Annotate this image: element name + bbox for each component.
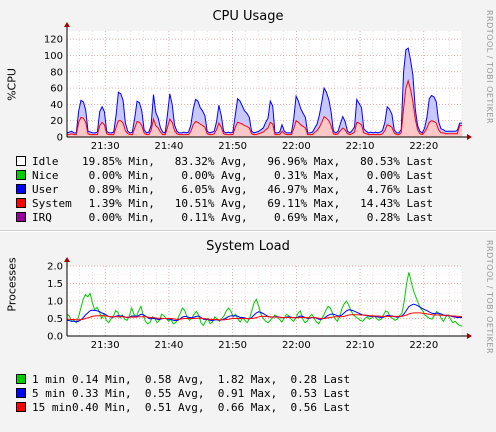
legend-label: 5 min [32, 386, 66, 400]
legend-label: System [32, 196, 72, 210]
legend-swatch [16, 184, 26, 194]
cpu-plot: 0 20 40 60 80 100 120 21:30 21:40 21:50 22:00 22:10… [44, 22, 472, 152]
legend-label: Nice [32, 168, 59, 182]
legend-item: Nice 0.00% Min, 0.00% Avg, 0.31% Max, 0.… [16, 168, 433, 182]
legend-swatch [16, 402, 26, 412]
y-tick-label: 100 [44, 51, 63, 62]
y-tick-label: 120 [44, 35, 63, 46]
x-tick-label: 21:40 [155, 340, 184, 351]
load-plot: 0.0 0.5 1.0 1.5 2.0 21:30 21:40 21:50 22:00 22:10… [47, 257, 472, 351]
x-tick-label: 22:20 [409, 340, 438, 351]
legend-swatch [16, 374, 26, 384]
y-tick-label: 0.5 [47, 314, 63, 325]
x-axis-arrow [467, 333, 472, 339]
legend-item: System 1.39% Min, 10.51% Avg, 69.11% Max… [16, 196, 433, 210]
x-tick-label: 21:50 [218, 340, 247, 351]
legend-label: IRQ [32, 210, 52, 224]
x-tick-label: 22:10 [346, 340, 375, 351]
legend-stats: 0.33 Min, 0.55 Avg, 0.91 Max, 0.53 Last [72, 386, 351, 400]
legend-label: 15 min [32, 400, 72, 414]
y-tick-label: 20 [50, 116, 63, 127]
y-tick-label: 0 [57, 133, 63, 144]
legend-stats: 0.00% Min, 0.11% Avg, 0.69% Max, 0.28% L… [82, 210, 433, 224]
x-tick-label: 22:00 [282, 141, 311, 152]
legend-item: 5 min 0.33 Min, 0.55 Avg, 0.91 Max, 0.53 … [16, 386, 350, 400]
legend-stats: 0.14 Min, 0.58 Avg, 1.82 Max, 0.28 Last [72, 372, 351, 386]
y-tick-label: 0.0 [47, 332, 63, 343]
legend-item: 15 min 0.40 Min, 0.51 Avg, 0.66 Max, 0.56… [16, 400, 350, 414]
y-axis-arrow [64, 257, 70, 262]
legend-swatch [16, 212, 26, 222]
legend-item: User 0.89% Min, 6.05% Avg, 46.97% Max, 4… [16, 182, 433, 196]
legend-swatch [16, 388, 26, 398]
legend-label: Idle [32, 154, 59, 168]
y-axis-arrow [64, 22, 70, 27]
y-tick-label: 1.0 [47, 297, 63, 308]
y-tick-label: 60 [50, 84, 63, 95]
y-tick-label: 2.0 [47, 262, 63, 273]
x-tick-label: 21:30 [91, 340, 120, 351]
y-tick-label: 1.5 [47, 279, 63, 290]
x-tick-label: 22:10 [346, 141, 375, 152]
x-tick-label: 21:50 [218, 141, 247, 152]
cpu-legend: Idle 19.85% Min, 83.32% Avg, 96.96% Max, … [16, 154, 433, 224]
cpu-usage-graph: CPU Usage %CPU RRDTOOL / TOBI OETIKER 02… [0, 0, 496, 231]
x-tick-label: 21:30 [91, 141, 120, 152]
legend-label: User [32, 182, 59, 196]
legend-swatch [16, 156, 26, 166]
legend-stats: 0.00% Min, 0.00% Avg, 0.31% Max, 0.00% L… [82, 168, 433, 182]
legend-item: 1 min 0.14 Min, 0.58 Avg, 1.82 Max, 0.28 … [16, 372, 350, 386]
load-legend: 1 min 0.14 Min, 0.58 Avg, 1.82 Max, 0.28 … [16, 372, 350, 414]
x-tick-label: 22:20 [409, 141, 438, 152]
x-tick-label: 21:40 [155, 141, 184, 152]
legend-item: Idle 19.85% Min, 83.32% Avg, 96.96% Max, … [16, 154, 433, 168]
legend-stats: 0.40 Min, 0.51 Avg, 0.66 Max, 0.56 Last [72, 400, 351, 414]
x-axis-arrow [467, 134, 472, 140]
y-tick-label: 80 [50, 67, 63, 78]
x-tick-label: 22:00 [282, 340, 311, 351]
legend-swatch [16, 198, 26, 208]
y-tick-label: 40 [50, 100, 63, 111]
legend-item: IRQ 0.00% Min, 0.11% Avg, 0.69% Max, 0.2… [16, 210, 433, 224]
legend-stats: 19.85% Min, 83.32% Avg, 96.96% Max, 80.5… [82, 154, 433, 168]
legend-stats: 1.39% Min, 10.51% Avg, 69.11% Max, 14.43… [82, 196, 433, 210]
legend-stats: 0.89% Min, 6.05% Avg, 46.97% Max, 4.76% … [82, 182, 433, 196]
legend-label: 1 min [32, 372, 66, 386]
legend-swatch [16, 170, 26, 180]
plot-area [67, 266, 462, 336]
system-load-graph: System Load Processes RRDTOOL / TOBI OET… [0, 232, 496, 432]
